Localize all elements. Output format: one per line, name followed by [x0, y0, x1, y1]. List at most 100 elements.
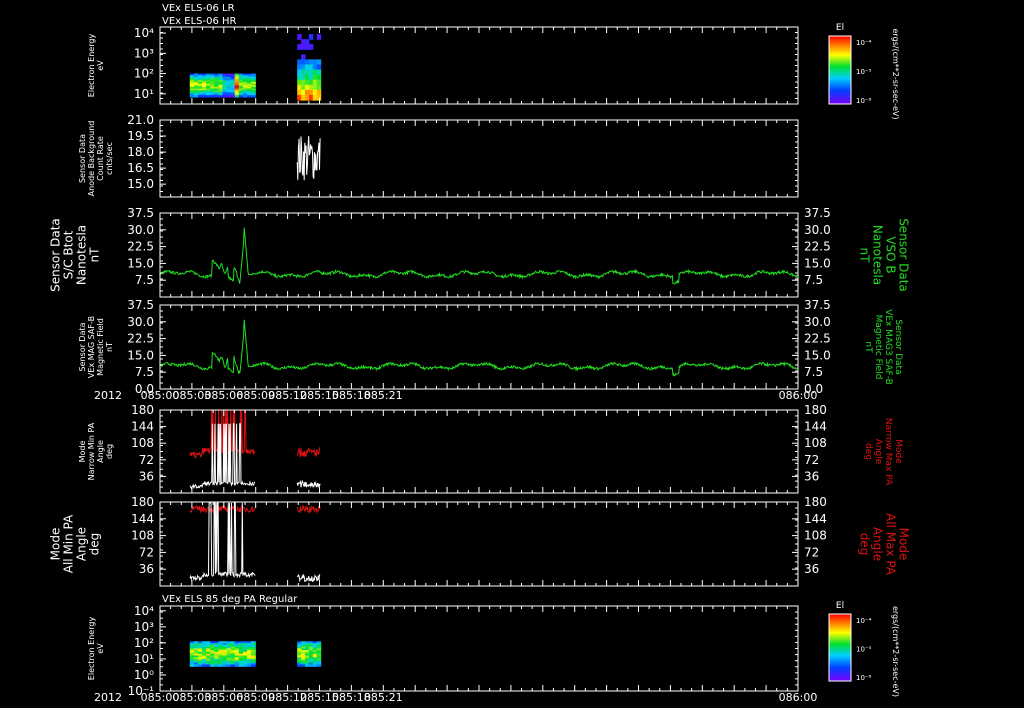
- y-tick-label-right: 30.0: [804, 223, 831, 237]
- y-tick-label: 22.5: [127, 240, 154, 254]
- left-axis-label-line: VEx MAG SAF-B: [87, 316, 96, 378]
- right-axis-label-line: Narrow Max PA: [883, 418, 893, 486]
- time-axis-p7: 085:00085:03085:06085:09085:12085:15085:…: [94, 691, 817, 704]
- y-tick-label-right: 7.5: [804, 365, 823, 379]
- y-tick-label-right: 37.5: [804, 206, 831, 220]
- left-axis-label-line: Magnetic Field: [96, 318, 105, 376]
- right-axis-label-line: Sensor Data: [897, 218, 911, 292]
- series-line: [296, 504, 321, 515]
- y-tick-label: 19.5: [127, 129, 154, 143]
- time-axis-p4: 085:00085:03085:06085:09085:12085:15085:…: [94, 389, 817, 402]
- right-axis-label: Sensor DataVSO BNanoteslanT: [858, 218, 911, 292]
- right-axis-label-line: Magnetic Field: [873, 315, 883, 380]
- y-tick-label: 15.0: [127, 348, 154, 362]
- right-axis-label-line: nT: [863, 341, 873, 353]
- panel-p2: 21.0 19.5 18.0 16.5 15.0 Sensor Data Anode Bac…: [78, 113, 799, 198]
- time-tick-label: 086:00: [779, 691, 818, 704]
- left-axis-label-line: eV: [96, 643, 105, 654]
- left-axis-label-line: Sensor Data: [49, 218, 63, 292]
- header-line-1: VEx ELS-06 LR: [162, 3, 235, 14]
- panel-p6: 180 180144 144108 10872 7236 36Mode All Min PA…: [49, 495, 911, 587]
- y-tick-label: 72: [139, 453, 154, 467]
- y-tick-label: 108: [131, 529, 154, 543]
- panel-frame: [159, 501, 799, 587]
- y-tick-label: 10⁴: [134, 604, 154, 618]
- panel-title-p7: VEx ELS 85 deg PA Regular: [162, 594, 298, 605]
- left-axis-label-line: deg: [88, 533, 102, 556]
- y-tick-label: 15.0: [127, 177, 154, 191]
- colorbar-2: El 10⁻⁴ 10⁻⁵ 10⁻⁶ ergs/(cm**2-sr-sec-eV): [828, 601, 900, 697]
- y-tick-label: 10⁰: [134, 668, 154, 682]
- plot-area-p5: [189, 410, 321, 490]
- panel-p5: 180 180144 144108 10872 7236 36Mode Narrow Min…: [78, 403, 903, 494]
- y-tick-label-right: 15.0: [804, 348, 831, 362]
- y-tick-label: 16.5: [127, 161, 154, 175]
- series-line: [296, 446, 321, 458]
- panel-p7: 10⁴10³10²10¹10⁰10⁻¹Electron Energy eV: [87, 604, 799, 698]
- y-tick-label: 10¹: [134, 652, 154, 666]
- left-axis-label-line: Mode: [78, 441, 87, 463]
- left-axis-label-line: Electron Energy: [87, 34, 96, 98]
- year-label: 2012: [94, 389, 122, 402]
- y-tick-label: 10¹: [134, 87, 154, 101]
- left-axis-label-line: deg: [105, 444, 114, 459]
- y-tick-label-right: 15.0: [804, 256, 831, 270]
- plot-area-p4: [160, 319, 798, 377]
- right-axis-label-line: deg: [858, 533, 872, 556]
- plot-area-p1: [189, 34, 322, 101]
- colorbar-1: El 10⁻⁴ 10⁻⁵ 10⁻⁶ ergs/(cm**2-sr-sec-eV): [828, 23, 900, 120]
- right-axis-label: Sensor DataVEx MAG3 SAF-BMagnetic Fieldn…: [863, 309, 903, 385]
- y-tick-label: 180: [131, 495, 154, 509]
- spectrogram-block: [297, 34, 322, 101]
- colorbar-tick-label: 10⁻⁴: [856, 39, 872, 47]
- colorbar-label: El: [836, 601, 844, 611]
- left-axis-label-line: Sensor Data: [78, 322, 87, 371]
- y-tick-label: 15.0: [127, 256, 154, 270]
- panel-p3: 37.5 37.5 30.0 30.0 22.5 22.5 15.0 15.0 7.5 7.5 Se…: [49, 206, 911, 298]
- y-tick-label: 144: [131, 420, 154, 434]
- colorbar-tick-label: 10⁻⁶: [856, 674, 872, 682]
- y-tick-label: 22.5: [127, 332, 154, 346]
- y-tick-label: 10²: [134, 67, 154, 81]
- left-axis-label: Electron Energy eV: [87, 617, 105, 681]
- panel-frame: [159, 409, 799, 494]
- y-tick-label-right: 37.5: [804, 298, 831, 312]
- left-axis-label-line: nT: [105, 342, 114, 352]
- left-axis-label: Electron Energy eV: [87, 34, 105, 98]
- left-axis-label-line: Angle: [96, 440, 105, 463]
- left-axis-label-line: Sensor Data: [78, 134, 87, 183]
- y-tick-label: 36: [139, 469, 154, 483]
- y-tick-label: 37.5: [127, 298, 154, 312]
- y-tick-label-right: 36: [804, 469, 819, 483]
- spectrogram-block: [189, 641, 256, 667]
- series-line: [189, 410, 256, 459]
- left-axis-label-line: eV: [96, 60, 105, 71]
- right-axis-label-line: deg: [863, 443, 873, 460]
- y-tick-label-right: 7.5: [804, 273, 823, 287]
- y-tick-label: 21.0: [127, 113, 154, 127]
- left-axis-label-line: S/C Btot: [62, 230, 76, 279]
- y-tick-label-right: 144: [804, 512, 827, 526]
- series-line: [296, 479, 321, 489]
- left-axis-label-line: Narrow Min PA: [87, 422, 96, 480]
- y-tick-label-right: 72: [804, 545, 819, 559]
- right-axis-label-line: Angle: [873, 439, 883, 465]
- y-tick-label: 7.5: [135, 365, 154, 379]
- y-tick-label-right: 108: [804, 436, 827, 450]
- y-tick-label: 36: [139, 562, 154, 576]
- colorbar-tick-label: 10⁻⁵: [856, 68, 872, 76]
- right-axis-label-line: VEx MAG3 SAF-B: [883, 309, 893, 385]
- els-mag-summary-plot: VEx ELS-06 LR VEx ELS-06 HR 10⁴ 10³ 10² 10¹…: [49, 3, 911, 704]
- y-tick-label-right: 30.0: [804, 315, 831, 329]
- y-tick-label: 10⁴: [134, 26, 154, 40]
- plot-header: VEx ELS-06 LR VEx ELS-06 HR: [162, 3, 237, 27]
- right-axis-label-line: Sensor Data: [893, 319, 903, 374]
- plot-area-p2: [296, 135, 321, 181]
- right-axis-label-line: VSO B: [884, 236, 898, 273]
- right-axis-label: ModeAll Max PAAngledeg: [858, 513, 911, 576]
- colorbar-units: ergs/(cm**2-sr-sec-eV): [891, 28, 900, 119]
- left-axis-label-line: cnts/sec: [105, 142, 114, 175]
- left-axis-label: Mode Narrow Min PA Angle deg: [78, 422, 114, 480]
- y-tick-label: 108: [131, 436, 154, 450]
- panel-frame: [159, 119, 799, 198]
